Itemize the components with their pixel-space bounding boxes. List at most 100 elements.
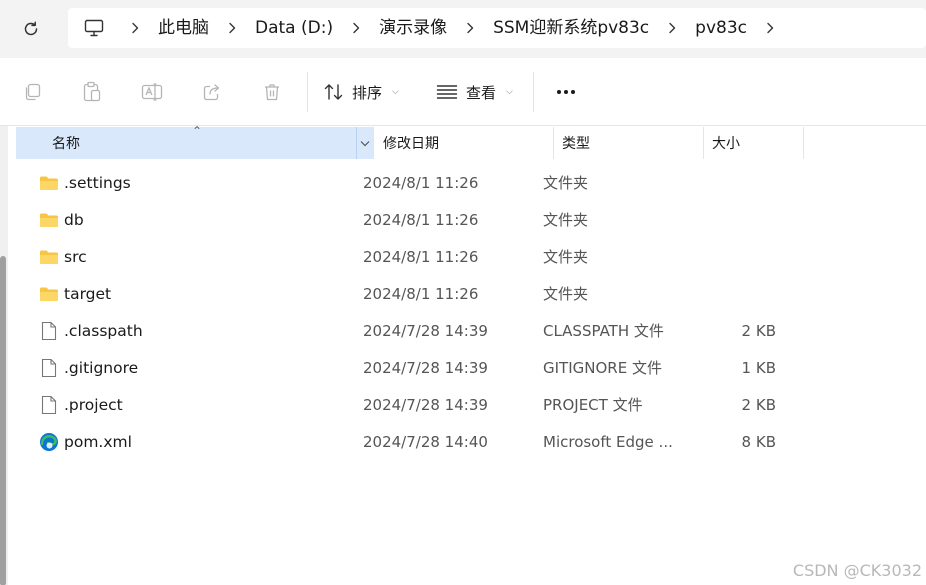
file-type: 文件夹: [543, 174, 589, 192]
more-dot-icon: [571, 90, 575, 94]
breadcrumb-chevron-icon[interactable]: [755, 8, 785, 48]
file-row[interactable]: target 2024/8/1 11:26 文件夹: [16, 275, 804, 312]
breadcrumb-chevron-icon[interactable]: [341, 8, 371, 48]
file-row[interactable]: .project 2024/7/28 14:39 PROJECT 文件 2 KB: [16, 386, 804, 423]
file-name: src: [64, 248, 87, 266]
this-pc-button[interactable]: [68, 8, 120, 48]
file-type: GITIGNORE 文件: [543, 359, 662, 377]
file-icon: [38, 320, 60, 342]
file-type: Microsoft Edge ...: [543, 433, 673, 451]
chevron-down-icon: [360, 140, 370, 146]
folder-icon: [38, 209, 60, 231]
file-date: 2024/7/28 14:39: [363, 322, 488, 340]
breadcrumb-item[interactable]: Data (D:): [247, 8, 341, 48]
edge-icon: [38, 431, 60, 453]
file-date: 2024/8/1 11:26: [363, 174, 479, 192]
file-name: db: [64, 211, 84, 229]
column-header-size[interactable]: 大小: [704, 127, 804, 159]
file-row[interactable]: .classpath 2024/7/28 14:39 CLASSPATH 文件 …: [16, 312, 804, 349]
toolbar-divider: [307, 72, 308, 112]
file-name: .gitignore: [64, 359, 139, 377]
sort-button[interactable]: 排序 ⌵: [324, 74, 399, 110]
column-name-label: 名称: [52, 136, 80, 152]
rename-icon: [141, 83, 163, 101]
file-date: 2024/7/28 14:40: [363, 433, 488, 451]
share-icon: [203, 84, 220, 101]
file-name: .project: [64, 396, 123, 414]
address-bar: 此电脑 Data (D:) 演示录像 SSM迎新系统pv83c pv83c: [0, 0, 926, 58]
column-header-type[interactable]: 类型: [554, 127, 704, 159]
column-header-name[interactable]: ⌃ 名称: [16, 124, 356, 159]
sort-icon: [324, 84, 343, 100]
file-date: 2024/8/1 11:26: [363, 211, 479, 229]
file-name: target: [64, 285, 112, 303]
paste-button[interactable]: [74, 74, 110, 110]
trash-icon: [265, 84, 279, 101]
column-date-label: 修改日期: [383, 136, 439, 152]
file-row[interactable]: db 2024/8/1 11:26 文件夹: [16, 201, 804, 238]
file-type: CLASSPATH 文件: [543, 322, 664, 340]
more-options-button[interactable]: [548, 74, 584, 110]
file-date: 2024/7/28 14:39: [363, 396, 488, 414]
column-header-date[interactable]: 修改日期: [374, 127, 554, 159]
file-type: 文件夹: [543, 211, 589, 229]
file-name: pom.xml: [64, 433, 132, 451]
more-dot-icon: [564, 90, 568, 94]
copy-button[interactable]: [14, 74, 50, 110]
file-row[interactable]: pom.xml 2024/7/28 14:40 Microsoft Edge .…: [16, 423, 804, 460]
navigation-pane-edge: [0, 126, 8, 585]
refresh-icon: [24, 21, 38, 36]
view-list-icon: [436, 85, 458, 99]
file-size: 2 KB: [741, 396, 776, 414]
share-button[interactable]: [194, 74, 230, 110]
file-row[interactable]: .gitignore 2024/7/28 14:39 GITIGNORE 文件 …: [16, 349, 804, 386]
column-size-label: 大小: [712, 136, 740, 152]
command-bar: 排序 ⌵ 查看 ⌵: [0, 58, 926, 126]
refresh-button[interactable]: [14, 12, 48, 46]
delete-button[interactable]: [254, 74, 290, 110]
file-date: 2024/7/28 14:39: [363, 359, 488, 377]
folder-icon: [38, 283, 60, 305]
folder-icon: [38, 172, 60, 194]
file-name: .settings: [64, 174, 131, 192]
file-type: PROJECT 文件: [543, 396, 643, 414]
sort-ascending-icon: ⌃: [192, 124, 203, 138]
column-filter-dropdown[interactable]: [356, 127, 374, 159]
file-name: .classpath: [64, 322, 143, 340]
file-icon: [38, 357, 60, 379]
clipboard-icon: [83, 81, 101, 102]
breadcrumb-item[interactable]: 演示录像: [371, 8, 455, 48]
chevron-down-icon: ⌵: [392, 87, 399, 97]
file-type: 文件夹: [543, 248, 589, 266]
file-size: 8 KB: [741, 433, 776, 451]
breadcrumb-item[interactable]: SSM迎新系统pv83c: [485, 8, 657, 48]
sort-label: 排序: [352, 83, 383, 102]
rename-button[interactable]: [134, 74, 170, 110]
chevron-down-icon: ⌵: [506, 87, 513, 97]
file-icon: [38, 394, 60, 416]
file-date: 2024/8/1 11:26: [363, 248, 479, 266]
column-type-label: 类型: [562, 136, 590, 152]
toolbar-divider: [533, 72, 534, 112]
breadcrumb-item[interactable]: pv83c: [687, 8, 755, 48]
file-date: 2024/8/1 11:26: [363, 285, 479, 303]
monitor-icon: [84, 19, 104, 37]
breadcrumb-chevron-icon[interactable]: [217, 8, 247, 48]
breadcrumb-chevron-icon[interactable]: [120, 8, 150, 48]
file-row[interactable]: .settings 2024/8/1 11:26 文件夹: [16, 164, 804, 201]
breadcrumb-chevron-icon[interactable]: [657, 8, 687, 48]
file-type: 文件夹: [543, 285, 589, 303]
breadcrumb-chevron-icon[interactable]: [455, 8, 485, 48]
file-size: 1 KB: [741, 359, 776, 377]
more-dot-icon: [557, 90, 561, 94]
folder-icon: [38, 246, 60, 268]
file-size: 2 KB: [741, 322, 776, 340]
breadcrumb-item[interactable]: 此电脑: [150, 8, 217, 48]
scrollbar-thumb[interactable]: [0, 256, 6, 585]
watermark-text: CSDN @CK3032: [792, 561, 922, 580]
breadcrumb[interactable]: 此电脑 Data (D:) 演示录像 SSM迎新系统pv83c pv83c: [68, 8, 926, 48]
column-header: ⌃ 名称 修改日期 类型 大小: [16, 124, 804, 159]
view-button[interactable]: 查看 ⌵: [436, 74, 513, 110]
file-list: .settings 2024/8/1 11:26 文件夹 db 2024/8/1…: [16, 164, 804, 460]
file-row[interactable]: src 2024/8/1 11:26 文件夹: [16, 238, 804, 275]
